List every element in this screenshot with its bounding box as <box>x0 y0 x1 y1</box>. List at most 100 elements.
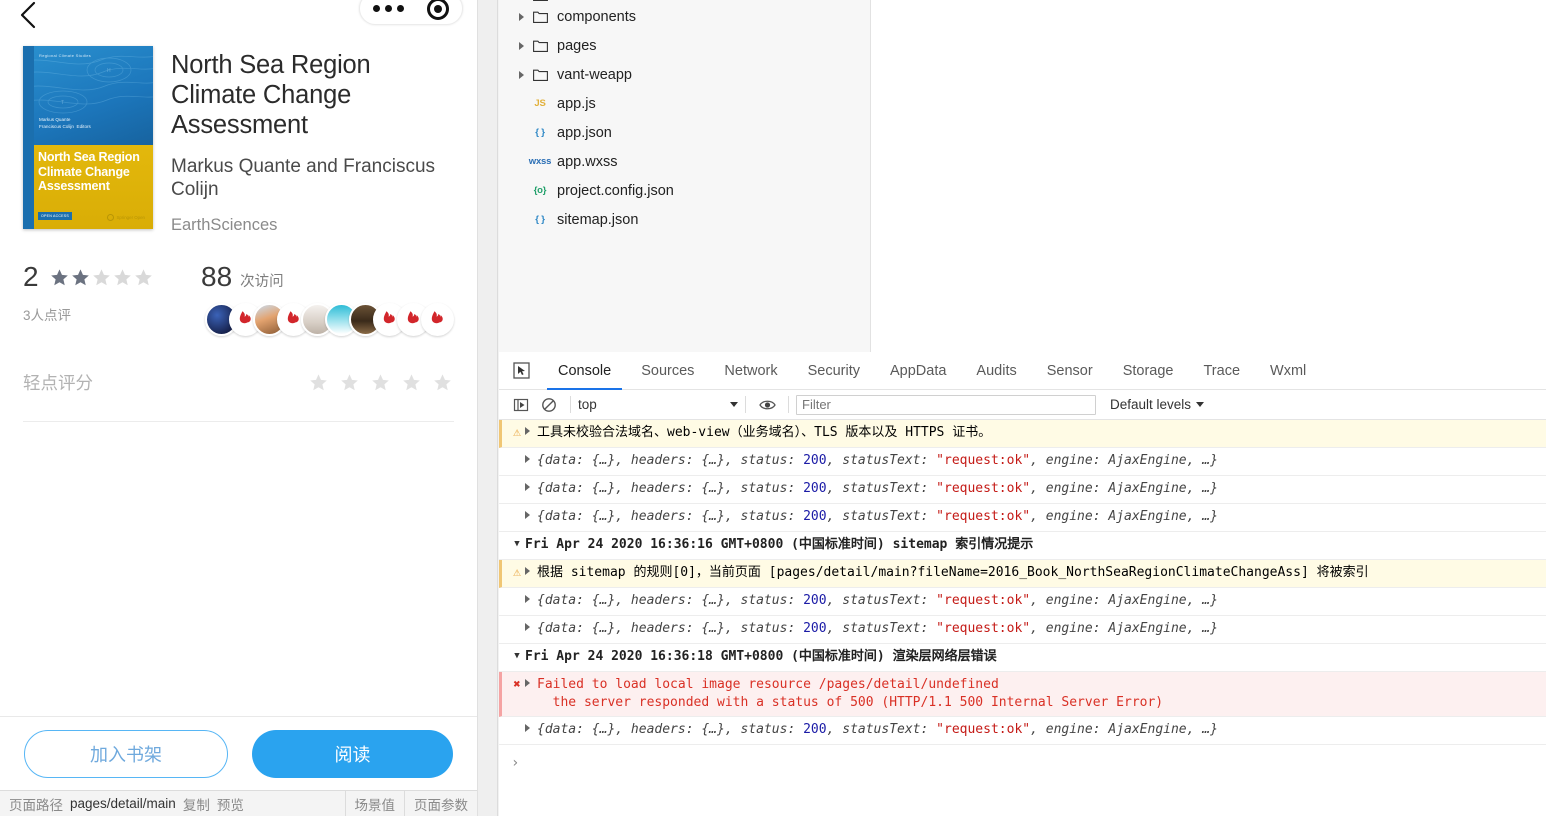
tree-row-sitemap-json[interactable]: { } sitemap.json <box>499 205 870 234</box>
book-stats: 2 3人点评 88 次访问 <box>0 235 477 336</box>
tap-rate-star[interactable] <box>371 373 390 392</box>
expand-arrow-icon[interactable] <box>525 480 537 498</box>
tap-rate-star[interactable] <box>433 373 452 392</box>
book-title: North Sea Region Climate Change Assessme… <box>171 51 371 139</box>
console-filter-input[interactable] <box>796 394 1096 415</box>
expand-arrow-icon[interactable] <box>525 452 537 470</box>
tree-row-components[interactable]: components <box>499 2 870 31</box>
tab-security[interactable]: Security <box>793 352 875 390</box>
collapse-arrow-icon[interactable]: ▼ <box>509 648 525 665</box>
expand-arrow-icon[interactable] <box>513 70 529 79</box>
tab-trace[interactable]: Trace <box>1188 352 1255 390</box>
console-group-header[interactable]: ▼ Fri Apr 24 2020 16:36:18 GMT+0800 (中国标准… <box>499 644 1546 672</box>
tab-console[interactable]: Console <box>543 352 626 390</box>
console-group-text: Fri Apr 24 2020 16:36:18 GMT+0800 (中国标准时… <box>525 649 997 664</box>
tab-storage[interactable]: Storage <box>1108 352 1189 390</box>
console-warning-text: 根据 sitemap 的规则[0]，当前页面 [pages/detail/mai… <box>537 565 1369 580</box>
execution-context-value: top <box>578 397 597 412</box>
js-file-icon: JS <box>534 98 546 109</box>
rating-star <box>92 268 111 287</box>
console-object-row[interactable]: {data: {…}, headers: {…}, status: 200, s… <box>499 616 1546 644</box>
console-object-row[interactable]: {data: {…}, headers: {…}, status: 200, s… <box>499 504 1546 532</box>
live-expression-eye-icon[interactable] <box>753 392 781 418</box>
inspect-element-icon[interactable] <box>499 352 543 390</box>
expand-arrow-icon[interactable] <box>513 41 529 50</box>
tree-row-vant-weapp[interactable]: vant-weapp <box>499 60 870 89</box>
preview-link[interactable]: 预览 <box>217 794 244 814</box>
log-levels-label: Default levels <box>1110 397 1192 412</box>
json-file-icon: { } <box>535 214 545 225</box>
collapse-arrow-icon[interactable]: ▼ <box>509 536 525 553</box>
console-object-row[interactable]: {data: {…}, headers: {…}, status: 200, s… <box>499 476 1546 504</box>
expand-arrow-icon[interactable] <box>525 676 537 694</box>
editor-empty-area <box>872 0 1546 352</box>
visit-label: 次访问 <box>240 274 284 290</box>
console-object-row[interactable]: {data: {…}, headers: {…}, status: 200, s… <box>499 717 1546 745</box>
console-object-text: {data: {…}, headers: {…}, status: 200, s… <box>537 722 1218 737</box>
tree-item-label: project.config.json <box>557 182 674 199</box>
page-params-button[interactable]: 页面参数 <box>405 791 477 816</box>
simulator-status-bar: 页面路径 pages/detail/main 复制 预览 场景值 页面参数 <box>0 790 477 816</box>
add-to-shelf-button[interactable]: 加入书架 <box>24 729 228 778</box>
tree-row-app-wxss[interactable]: wxss app.wxss <box>499 147 870 176</box>
tree-row-app-json[interactable]: { } app.json <box>499 118 870 147</box>
console-object-text: {data: {…}, headers: {…}, status: 200, s… <box>537 509 1218 524</box>
execution-context-select[interactable]: top <box>578 394 738 416</box>
expand-arrow-icon[interactable] <box>525 592 537 610</box>
console-error-row[interactable]: ✖ Failed to load local image resource /pa… <box>499 672 1546 717</box>
tab-network[interactable]: Network <box>709 352 792 390</box>
console-prompt[interactable]: › <box>499 745 1546 781</box>
expand-arrow-icon[interactable] <box>525 564 537 582</box>
rating-star <box>50 268 69 287</box>
cover-series-label: Regional Climate Studies <box>39 53 92 58</box>
devtools-tab-bar: Console Sources Network Security AppData Audi… <box>499 352 1546 390</box>
tap-rate-star[interactable] <box>402 373 421 392</box>
action-button-bar: 加入书架 阅读 <box>0 716 477 790</box>
clear-console-icon[interactable] <box>535 392 563 418</box>
tree-item-label: app.js <box>557 95 596 112</box>
capsule-menu[interactable] <box>359 0 463 25</box>
expand-arrow-icon[interactable] <box>525 721 537 739</box>
console-group-header[interactable]: ▼ Fri Apr 24 2020 16:36:16 GMT+0800 (中国标准… <box>499 532 1546 560</box>
warning-icon: ⚠ <box>513 565 521 580</box>
console-warning-row[interactable]: ⚠ 工具未校验合法域名、web-view（业务域名）、TLS 版本以及 HTTPS… <box>499 420 1546 448</box>
tab-sensor[interactable]: Sensor <box>1032 352 1108 390</box>
tap-to-rate-row[interactable]: 轻点评分 <box>0 336 477 395</box>
console-warning-row[interactable]: ⚠ 根据 sitemap 的规则[0]，当前页面 [pages/detail/ma… <box>499 560 1546 588</box>
tree-row-pages[interactable]: pages <box>499 31 870 60</box>
tab-appdata[interactable]: AppData <box>875 352 961 390</box>
tap-rate-star[interactable] <box>309 373 328 392</box>
console-object-row[interactable]: {data: {…}, headers: {…}, status: 200, s… <box>499 588 1546 616</box>
mini-program-screen: H T Regional Climate Studies Markus Quan… <box>0 0 477 790</box>
book-subject: EarthSciences <box>171 216 278 234</box>
cover-editors: Markus Quante Franciscus Colijn Editors <box>39 117 91 129</box>
tab-sources[interactable]: Sources <box>626 352 709 390</box>
expand-arrow-icon[interactable] <box>525 424 537 442</box>
console-object-row[interactable]: {data: {…}, headers: {…}, status: 200, s… <box>499 448 1546 476</box>
rating-star <box>71 268 90 287</box>
visitor-avatars <box>205 303 454 336</box>
scene-value-button[interactable]: 场景值 <box>346 791 405 816</box>
expand-arrow-icon[interactable] <box>525 508 537 526</box>
log-levels-select[interactable]: Default levels <box>1110 397 1205 412</box>
target-circle-icon[interactable] <box>426 0 449 20</box>
expand-arrow-icon[interactable] <box>513 12 529 21</box>
execute-step-icon[interactable] <box>507 392 535 418</box>
console-object-text: {data: {…}, headers: {…}, status: 200, s… <box>537 621 1218 636</box>
book-info: North Sea Region Climate Change Assessme… <box>153 46 455 235</box>
back-icon[interactable] <box>13 0 41 32</box>
tab-audits[interactable]: Audits <box>961 352 1031 390</box>
tree-row-project-config-json[interactable]: {o} project.config.json <box>499 176 870 205</box>
tab-wxml[interactable]: Wxml <box>1255 352 1321 390</box>
folder-icon <box>529 0 551 1</box>
copy-link[interactable]: 复制 <box>183 794 210 814</box>
read-button[interactable]: 阅读 <box>251 729 453 778</box>
tap-rate-star[interactable] <box>340 373 359 392</box>
tree-row-app-js[interactable]: JS app.js <box>499 89 870 118</box>
page-path-label: 页面路径 <box>9 797 63 813</box>
console-error-text: Failed to load local image resource /pag… <box>537 677 1164 710</box>
expand-arrow-icon[interactable] <box>525 620 537 638</box>
more-dots-icon[interactable] <box>373 5 405 12</box>
tap-rate-stars[interactable] <box>309 373 452 392</box>
simulator-panel: H T Regional Climate Studies Markus Quan… <box>0 0 477 816</box>
